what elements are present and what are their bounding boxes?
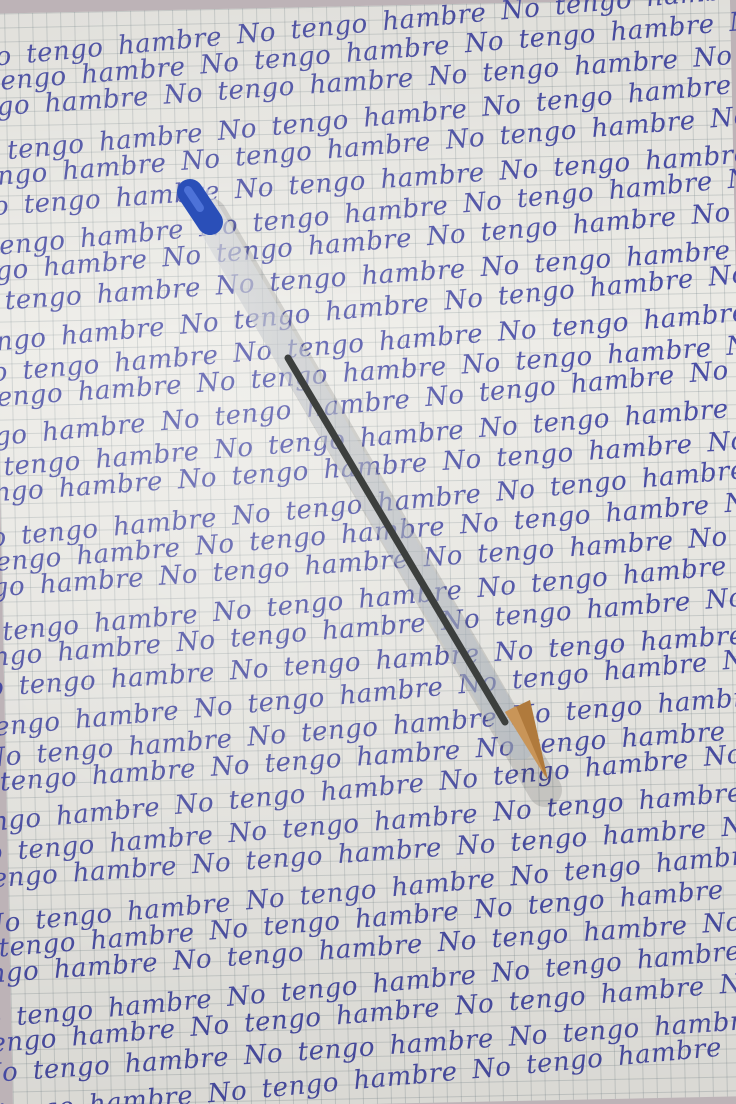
pen-cap-icon <box>177 179 223 235</box>
photo-scene: No tengo hambre No tengo hambre No tengo… <box>0 0 736 1104</box>
ballpoint-pen <box>177 179 562 807</box>
ink-tube <box>284 354 509 726</box>
